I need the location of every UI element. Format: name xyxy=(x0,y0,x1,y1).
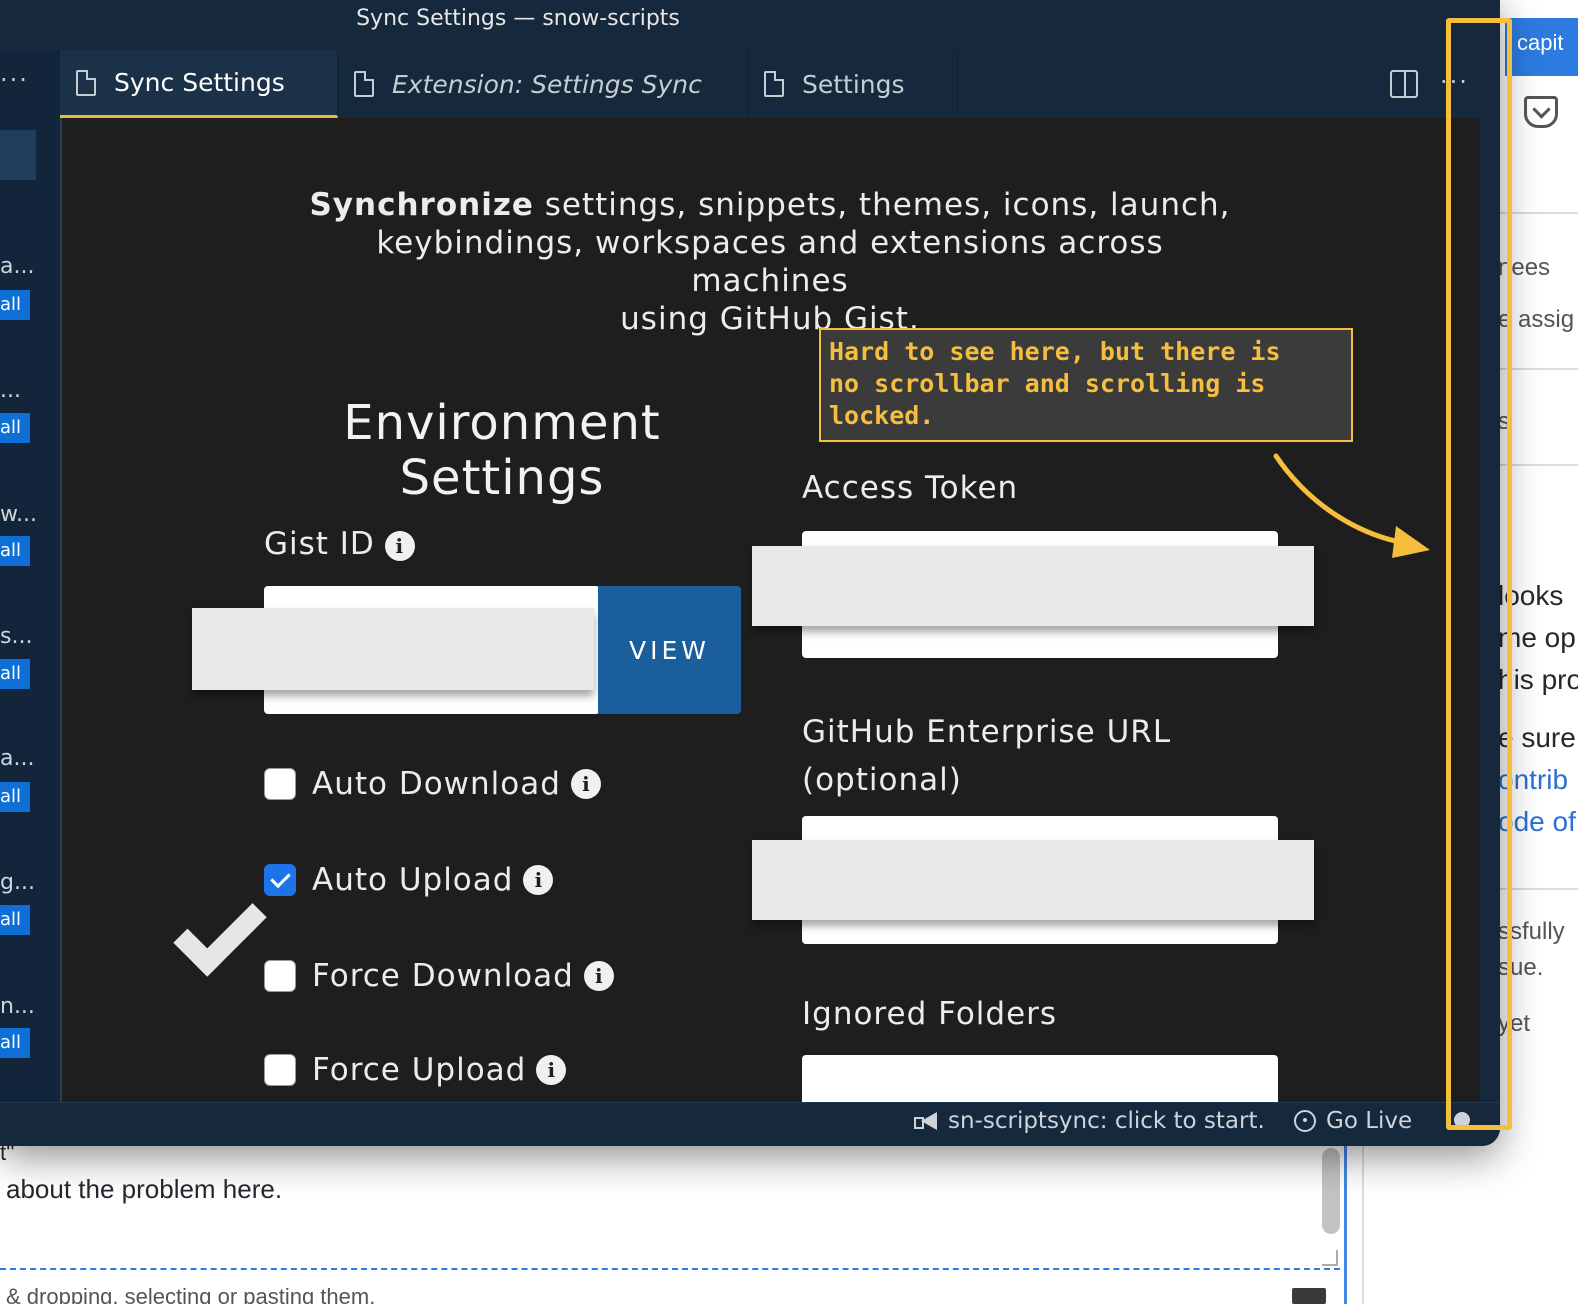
redaction xyxy=(752,546,1314,626)
label-text: Gist ID xyxy=(264,526,375,562)
status-bar xyxy=(0,1102,1500,1146)
background-comment-text[interactable]: about the problem here. xyxy=(6,1174,282,1205)
heading-line: Settings xyxy=(399,450,605,506)
auto-download-checkbox[interactable] xyxy=(264,768,296,800)
annotation-line: no scrollbar and scrolling is xyxy=(829,369,1266,398)
broadcast-icon xyxy=(1294,1110,1316,1132)
install-button[interactable]: all xyxy=(0,905,30,935)
tab-label: Sync Settings xyxy=(114,68,285,97)
pocket-icon xyxy=(1524,96,1558,128)
background-dropzone-text: & dropping, selecting or pasting them. xyxy=(6,1284,376,1304)
label-line: GitHub Enterprise URL xyxy=(802,714,1172,750)
force-download-checkbox[interactable] xyxy=(264,960,296,992)
split-editor-icon[interactable] xyxy=(1390,70,1418,98)
tab-label: Settings xyxy=(802,69,905,99)
go-live-button[interactable]: Go Live xyxy=(1294,1108,1412,1134)
install-button[interactable]: all xyxy=(0,413,30,443)
checkbox-label: Force Upload xyxy=(312,1052,527,1088)
sidebar-item-label: g... xyxy=(0,870,35,895)
enterprise-url-label: GitHub Enterprise URL (optional) xyxy=(802,708,1171,804)
redaction xyxy=(192,608,594,690)
status-text: Go Live xyxy=(1326,1108,1413,1134)
environment-settings-heading: Environment Settings xyxy=(300,396,704,506)
megaphone-icon xyxy=(914,1112,938,1130)
markdown-icon xyxy=(1292,1288,1326,1304)
label-line: (optional) xyxy=(802,762,962,798)
tab-sync-settings[interactable]: Sync Settings xyxy=(60,50,338,118)
info-icon[interactable]: i xyxy=(536,1055,567,1085)
gist-id-label: Gist ID i xyxy=(264,526,415,562)
file-icon xyxy=(76,69,96,96)
install-button[interactable]: all xyxy=(0,536,30,566)
force-download-option[interactable]: Force Download i xyxy=(264,958,614,994)
view-button[interactable]: VIEW xyxy=(598,586,741,714)
sidebar-item-label: ... xyxy=(0,378,21,403)
redaction xyxy=(752,840,1314,920)
background-tab: capit xyxy=(1505,18,1578,76)
install-button[interactable]: all xyxy=(0,1028,30,1058)
background-focus-border xyxy=(1344,1140,1347,1304)
sidebar-item-label: a... xyxy=(0,746,35,771)
background-column-divider xyxy=(1362,1140,1364,1304)
status-sync-item[interactable]: sn-scriptsync: click to start. xyxy=(914,1108,1265,1134)
info-icon[interactable]: i xyxy=(523,865,554,895)
info-icon[interactable]: i xyxy=(384,530,415,561)
sidebar-item-label: w... xyxy=(0,502,37,527)
status-text: sn-scriptsync: click to start. xyxy=(948,1108,1265,1134)
tab-bar: Sync Settings Extension: Settings Sync S… xyxy=(60,50,1500,118)
arrow-icon xyxy=(1273,453,1430,558)
intro-line-1: settings, snippets, themes, icons, launc… xyxy=(533,187,1231,223)
ignored-folders-label: Ignored Folders xyxy=(802,996,1058,1032)
checkbox-label: Force Download xyxy=(312,958,574,994)
intro-bold: Synchronize xyxy=(309,187,534,223)
sidebar xyxy=(0,50,60,1102)
background-scrollbar[interactable] xyxy=(1322,1148,1340,1234)
annotation-line: Hard to see here, but there is xyxy=(829,337,1281,366)
tab-extension-settings-sync[interactable]: Extension: Settings Sync xyxy=(338,50,748,118)
intro-line-2: keybindings, workspaces and extensions a… xyxy=(376,225,1164,299)
ignored-folders-input[interactable] xyxy=(802,1055,1278,1102)
install-button[interactable]: all xyxy=(0,659,30,689)
sidebar-more-icon[interactable]: ··· xyxy=(0,66,29,94)
sidebar-item-label: n... xyxy=(0,994,35,1019)
force-upload-option[interactable]: Force Upload i xyxy=(264,1052,567,1088)
info-icon[interactable]: i xyxy=(570,769,601,799)
window-title: Sync Settings — snow-scripts xyxy=(356,6,680,31)
auto-upload-checkbox[interactable] xyxy=(264,864,296,896)
heading-line: Environment xyxy=(343,395,661,451)
intro-text: Synchronize settings, snippets, themes, … xyxy=(296,186,1244,338)
install-button[interactable]: all xyxy=(0,290,30,320)
auto-download-option[interactable]: Auto Download i xyxy=(264,766,601,802)
install-button[interactable]: all xyxy=(0,782,30,812)
file-icon xyxy=(764,71,784,97)
vscode-window: Sync Settings — snow-scripts ··· a... al… xyxy=(0,0,1500,1146)
tab-settings[interactable]: Settings xyxy=(748,50,958,118)
auto-upload-option[interactable]: Auto Upload i xyxy=(264,862,554,898)
sidebar-item-label: s... xyxy=(0,624,33,649)
force-upload-checkbox[interactable] xyxy=(264,1054,296,1086)
checkbox-label: Auto Upload xyxy=(312,862,514,898)
annotation-line: locked. xyxy=(829,401,935,430)
background-dropzone-border xyxy=(0,1268,1340,1270)
resize-handle-icon[interactable] xyxy=(1322,1250,1338,1266)
tab-label: Extension: Settings Sync xyxy=(392,69,702,99)
sidebar-selected-item[interactable] xyxy=(0,130,36,180)
access-token-label: Access Token xyxy=(802,470,1019,506)
checkbox-label: Auto Download xyxy=(312,766,561,802)
highlight-frame xyxy=(1446,18,1512,1130)
file-icon xyxy=(354,71,374,97)
sidebar-item-label: a... xyxy=(0,254,35,279)
annotation-callout: Hard to see here, but there is no scroll… xyxy=(819,328,1353,442)
background-comment-area xyxy=(0,1140,1350,1304)
info-icon[interactable]: i xyxy=(583,961,614,991)
